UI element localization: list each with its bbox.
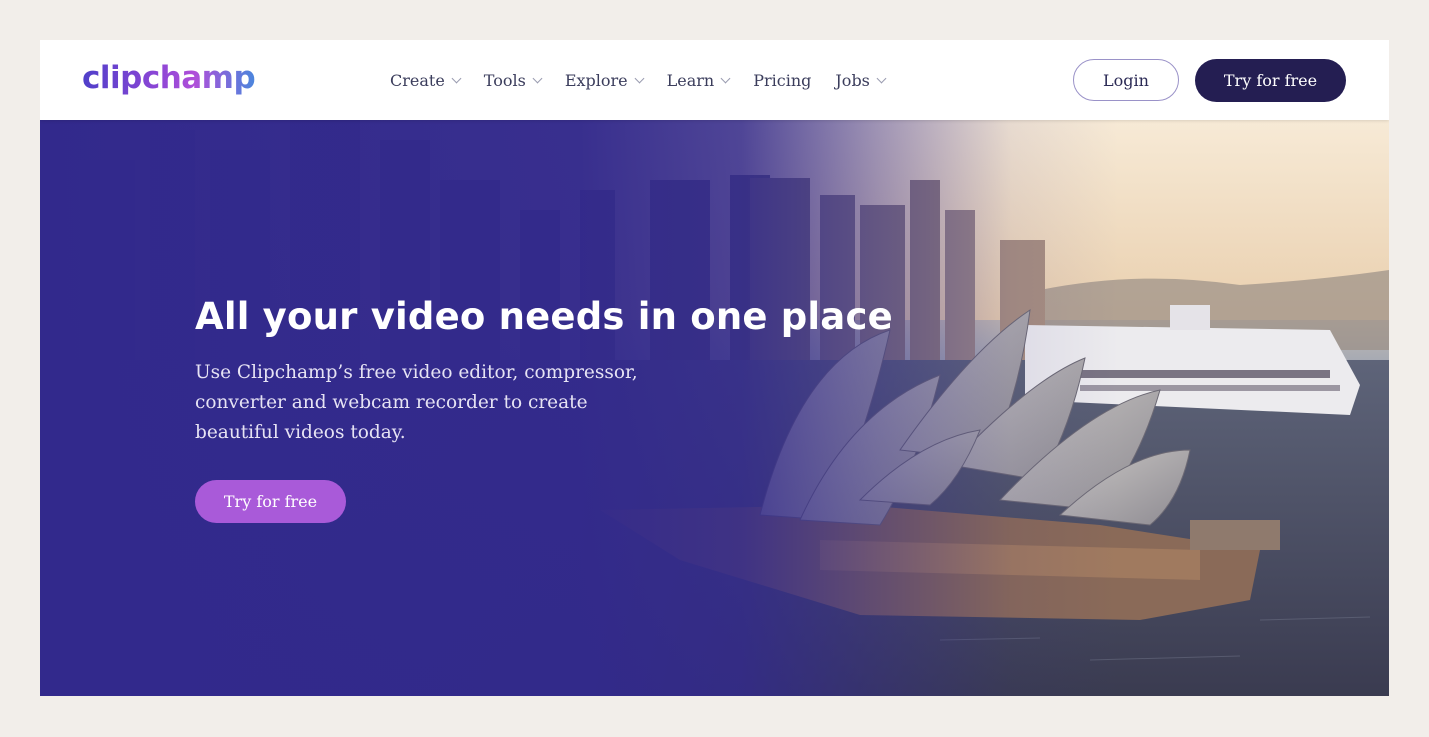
nav-item-tools[interactable]: Tools bbox=[483, 70, 543, 90]
nav-item-jobs[interactable]: Jobs bbox=[835, 70, 887, 90]
page-frame: clipchamp Create Tools Explore Learn Pri… bbox=[40, 40, 1389, 696]
nav-item-label: Tools bbox=[483, 70, 526, 90]
nav-item-label: Jobs bbox=[835, 70, 870, 90]
main-nav: Create Tools Explore Learn Pricing Jobs bbox=[390, 40, 909, 120]
hero-section: All your video needs in one place Use Cl… bbox=[40, 120, 1389, 696]
hero-subtext: Use Clipchamp’s free video editor, compr… bbox=[195, 362, 638, 443]
login-button[interactable]: Login bbox=[1073, 59, 1179, 101]
nav-item-label: Explore bbox=[564, 70, 628, 90]
chevron-down-icon bbox=[876, 73, 887, 83]
nav-item-label: Create bbox=[390, 70, 445, 90]
nav-item-pricing[interactable]: Pricing bbox=[753, 71, 811, 90]
hero-headline: All your video needs in one place bbox=[195, 295, 893, 338]
try-for-free-nav-button[interactable]: Try for free bbox=[1195, 59, 1346, 102]
nav-item-explore[interactable]: Explore bbox=[564, 70, 645, 90]
site-header: clipchamp Create Tools Explore Learn Pri… bbox=[40, 40, 1389, 120]
chevron-down-icon bbox=[451, 73, 462, 83]
try-for-free-hero-button[interactable]: Try for free bbox=[195, 480, 346, 523]
chevron-down-icon bbox=[532, 73, 543, 83]
nav-item-learn[interactable]: Learn bbox=[666, 70, 731, 90]
nav-item-create[interactable]: Create bbox=[390, 70, 462, 90]
clipchamp-logo[interactable]: clipchamp bbox=[82, 58, 256, 98]
chevron-down-icon bbox=[634, 73, 645, 83]
nav-item-label: Learn bbox=[666, 70, 715, 90]
chevron-down-icon bbox=[720, 73, 731, 83]
nav-item-label: Pricing bbox=[753, 70, 812, 90]
